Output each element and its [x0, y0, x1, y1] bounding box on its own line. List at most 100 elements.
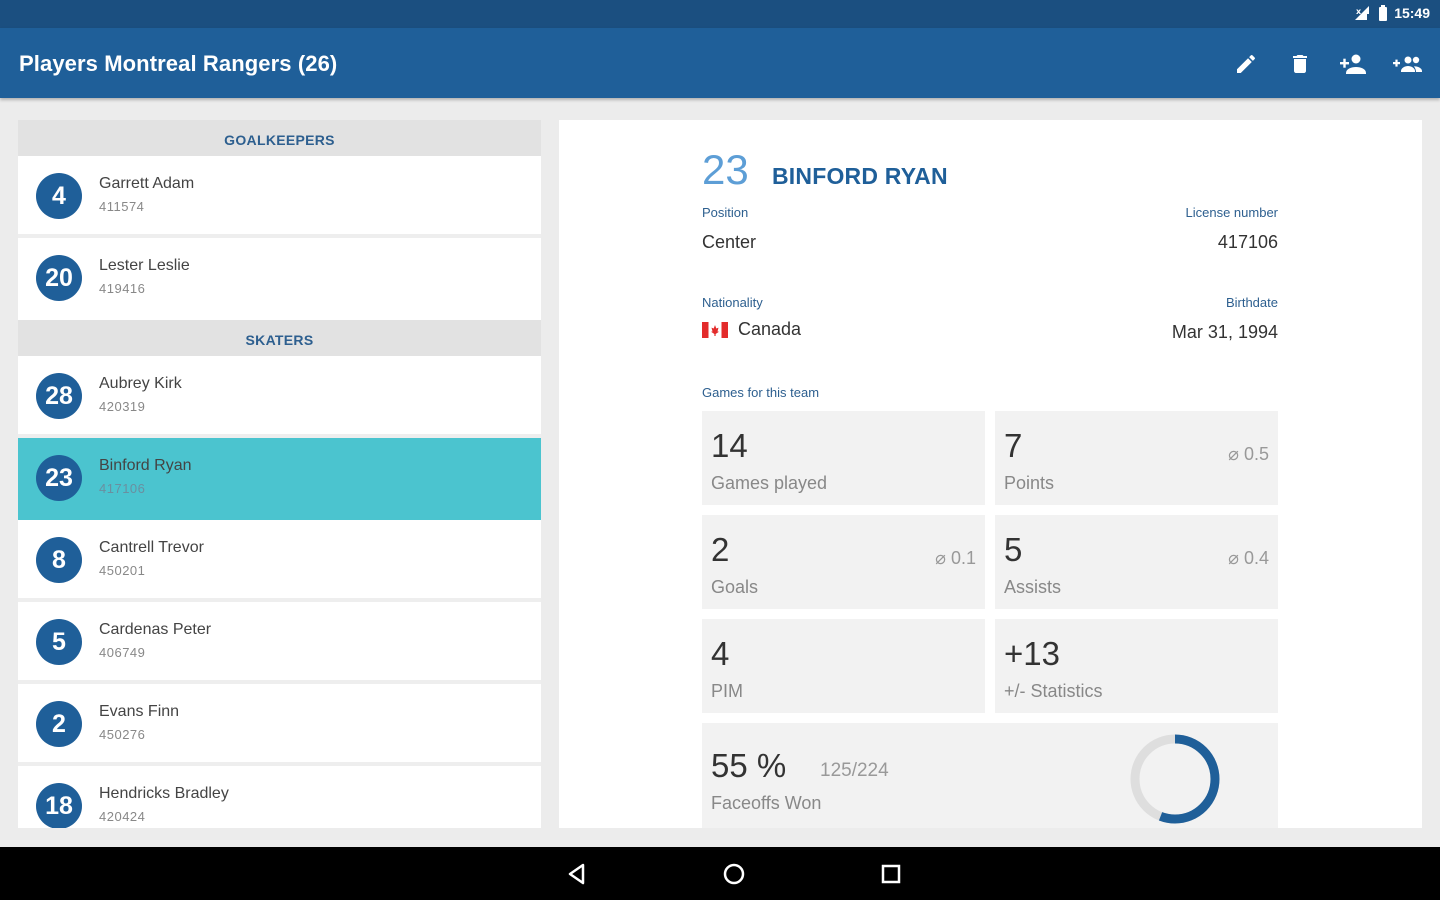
- stat-value: 7: [1004, 427, 1023, 464]
- section-header-skaters: SKATERS: [18, 320, 541, 356]
- jersey-number-badge: 5: [36, 619, 82, 665]
- player-detail: 23 BINFORD RYAN Position Center License …: [559, 120, 1422, 828]
- back-icon: [568, 863, 585, 885]
- list-item[interactable]: 18 Hendricks Bradley 420424: [18, 766, 541, 828]
- player-license: 420319: [99, 399, 146, 414]
- stat-label: Points: [1004, 473, 1055, 493]
- recents-icon: [881, 864, 901, 884]
- canada-flag-icon: [702, 321, 728, 338]
- nationality-value: Canada: [738, 319, 802, 339]
- player-license: 411574: [99, 199, 145, 214]
- faceoff-donut-chart: [1130, 734, 1220, 824]
- stat-card-assists: 5 Assists ⌀ 0.4: [995, 515, 1278, 609]
- battery-icon: [1379, 5, 1388, 21]
- svg-text:x: x: [1356, 7, 1362, 16]
- player-name: Cantrell Trevor: [99, 539, 204, 556]
- status-bar: x 15:49: [0, 0, 1440, 28]
- list-item[interactable]: 20 Lester Leslie 419416: [18, 238, 541, 320]
- delete-button[interactable]: [1282, 46, 1318, 82]
- add-player-icon: [1340, 54, 1366, 74]
- position-value: Center: [702, 232, 757, 252]
- status-icons: x 15:49: [1354, 5, 1430, 21]
- list-item[interactable]: 8 Cantrell Trevor 450201: [18, 520, 541, 602]
- stat-label: Goals: [711, 577, 759, 597]
- toolbar-actions: [1228, 46, 1426, 82]
- detail-content: 23 BINFORD RYAN Position Center License …: [702, 120, 1278, 828]
- stat-card-goals: 2 Goals ⌀ 0.1: [702, 515, 985, 609]
- player-license: 450201: [99, 563, 146, 578]
- stat-card-pim: 4 PIM: [702, 619, 985, 713]
- player-name: Hendricks Bradley: [99, 785, 229, 802]
- stat-label: PIM: [711, 681, 744, 701]
- list-item[interactable]: 28 Aubrey Kirk 420319: [18, 356, 541, 438]
- stat-card-games-played: 14 Games played: [702, 411, 985, 505]
- stat-label: Games played: [711, 473, 828, 493]
- home-icon: [723, 863, 745, 885]
- player-license: 406749: [99, 645, 146, 660]
- signal-icon: x: [1355, 6, 1370, 20]
- jersey-number-badge: 18: [36, 783, 82, 828]
- list-item[interactable]: 2 Evans Finn 450276: [18, 684, 541, 766]
- license-value: 417106: [1217, 232, 1278, 252]
- player-name: Garrett Adam: [99, 175, 195, 192]
- page-title: Players Montreal Rangers (26): [19, 51, 338, 76]
- list-item[interactable]: 5 Cardenas Peter 406749: [18, 602, 541, 684]
- stat-value: 5: [1004, 531, 1023, 568]
- add-player-button[interactable]: [1336, 46, 1372, 82]
- stat-value: 55 %: [711, 747, 787, 784]
- jersey-number-badge: 28: [36, 373, 82, 419]
- jersey-number-badge: 4: [36, 173, 82, 219]
- stat-card-plus-minus: +13 +/- Statistics: [995, 619, 1278, 713]
- player-license: 450276: [99, 727, 146, 742]
- player-license: 420424: [99, 809, 146, 824]
- add-group-button[interactable]: [1390, 46, 1426, 82]
- edit-button[interactable]: [1228, 46, 1264, 82]
- app-bar: Players Montreal Rangers (26): [0, 28, 1440, 98]
- back-button[interactable]: [555, 859, 599, 889]
- detail-jersey-number: 23: [702, 146, 749, 193]
- stat-average: ⌀ 0.5: [1228, 444, 1269, 464]
- list-item[interactable]: 4 Garrett Adam 411574: [18, 156, 541, 238]
- stat-label: +/- Statistics: [1004, 681, 1103, 701]
- player-list[interactable]: GOALKEEPERS 4 Garrett Adam 411574 20 Les…: [18, 120, 541, 828]
- edit-icon: [1237, 54, 1256, 73]
- group-icon: [1393, 56, 1422, 72]
- position-label: Position: [702, 205, 749, 220]
- player-name: Lester Leslie: [99, 257, 190, 274]
- nationality-label: Nationality: [702, 295, 763, 310]
- delete-icon: [1293, 55, 1307, 73]
- stat-label: Assists: [1004, 577, 1062, 597]
- stat-average: ⌀ 0.4: [1228, 548, 1269, 568]
- nationality-row: Canada: [702, 319, 801, 340]
- nav-buttons: [555, 859, 913, 889]
- home-button[interactable]: [712, 859, 756, 889]
- birthdate-value: Mar 31, 1994: [1171, 322, 1278, 342]
- jersey-number-badge: 2: [36, 701, 82, 747]
- birthdate-label: Birthdate: [1225, 295, 1278, 310]
- faceoff-ratio: 125/224: [820, 760, 889, 781]
- stat-value: 2: [711, 531, 730, 568]
- stat-card-faceoffs: 55 % 125/224 Faceoffs Won: [702, 723, 1278, 828]
- player-name: Aubrey Kirk: [99, 375, 182, 392]
- stat-value: +13: [1004, 635, 1060, 672]
- detail-player-name: BINFORD RYAN: [772, 163, 948, 189]
- stat-average: ⌀ 0.1: [935, 548, 976, 568]
- section-header-goalkeepers: GOALKEEPERS: [18, 120, 541, 156]
- clock: 15:49: [1394, 5, 1430, 21]
- jersey-number-badge: 23: [36, 455, 82, 501]
- stat-card-points: 7 Points ⌀ 0.5: [995, 411, 1278, 505]
- games-section-label: Games for this team: [702, 385, 820, 400]
- player-name: Binford Ryan: [99, 457, 192, 474]
- player-name: Evans Finn: [99, 703, 180, 720]
- player-license: 417106: [99, 481, 146, 496]
- player-name: Cardenas Peter: [99, 621, 212, 638]
- jersey-number-badge: 8: [36, 537, 82, 583]
- stat-value: 14: [711, 427, 748, 464]
- list-item-selected[interactable]: 23 Binford Ryan 417106: [18, 438, 541, 520]
- license-label: License number: [1185, 205, 1279, 220]
- recents-button[interactable]: [869, 859, 913, 889]
- player-license: 419416: [99, 281, 146, 296]
- stat-label: Faceoffs Won: [711, 793, 822, 813]
- system-nav-bar: [0, 847, 1440, 900]
- jersey-number-badge: 20: [36, 255, 82, 301]
